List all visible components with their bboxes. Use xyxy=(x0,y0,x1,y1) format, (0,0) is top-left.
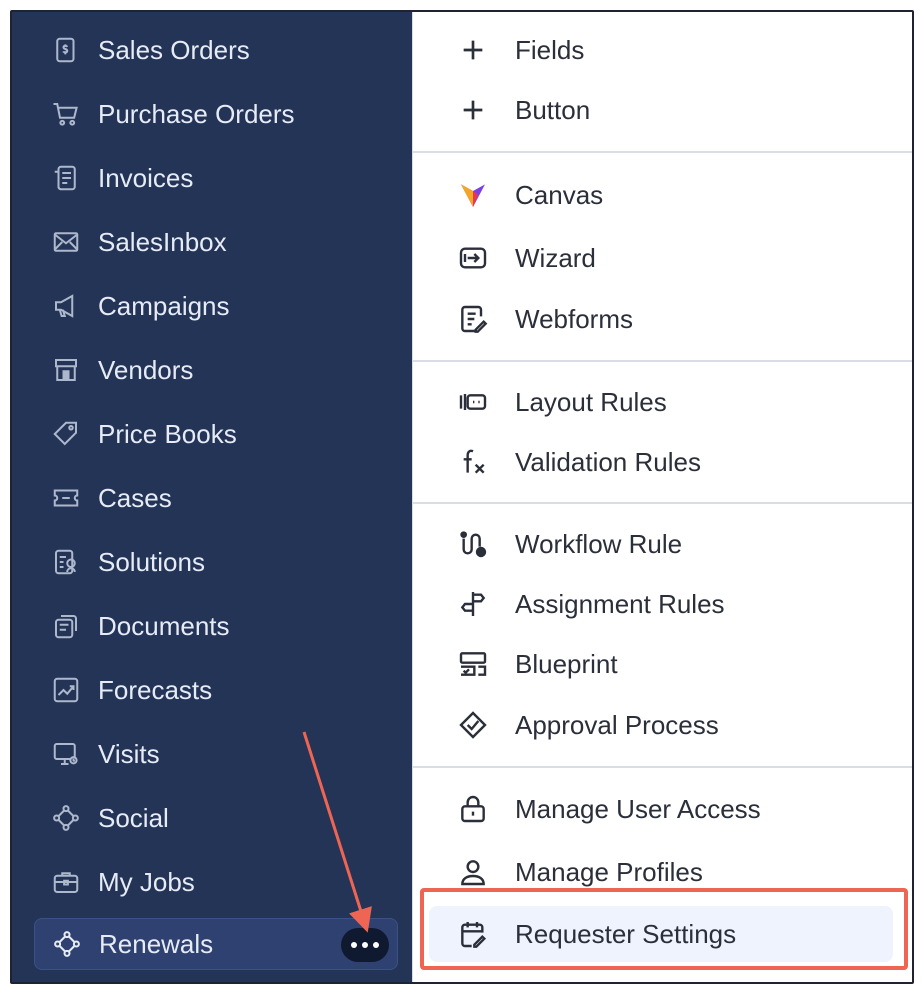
menu-item-workflow-rule[interactable]: Workflow Rule xyxy=(413,516,912,572)
layout-rules-icon xyxy=(453,382,493,422)
menu-item-webforms[interactable]: Webforms xyxy=(413,291,912,347)
menu-item-fields[interactable]: Fields xyxy=(413,22,912,78)
menu-item-manage-user-access[interactable]: Manage User Access xyxy=(413,781,912,837)
sidebar-item-campaigns[interactable]: Campaigns xyxy=(34,280,398,332)
menu-item-label: Manage User Access xyxy=(515,793,761,824)
sidebar-item-label: Purchase Orders xyxy=(98,98,295,129)
sidebar-item-label: Visits xyxy=(98,738,160,769)
canvas-icon xyxy=(453,175,493,215)
sidebar-item-label: Vendors xyxy=(98,354,194,385)
sidebar-item-solutions[interactable]: Solutions xyxy=(34,536,398,588)
sales-orders-icon xyxy=(48,32,84,68)
sidebar-item-label: Forecasts xyxy=(98,674,213,705)
menu-item-label: Workflow Rule xyxy=(515,528,683,559)
menu-divider xyxy=(413,151,912,153)
menu-item-label: Validation Rules xyxy=(515,446,701,477)
lock-icon xyxy=(453,789,493,829)
store-icon xyxy=(48,352,84,388)
menu-item-requester-settings[interactable]: Requester Settings xyxy=(429,906,893,962)
invoice-icon xyxy=(48,160,84,196)
sidebar-item-sales-orders[interactable]: Sales Orders xyxy=(34,24,398,76)
menu-item-button[interactable]: Button xyxy=(413,82,912,138)
menu-item-label: Approval Process xyxy=(515,709,719,740)
menu-item-label: Requester Settings xyxy=(515,918,737,949)
menu-item-label: Webforms xyxy=(515,303,633,334)
menu-item-approval-process[interactable]: Approval Process xyxy=(413,697,912,753)
sidebar-item-cases[interactable]: Cases xyxy=(34,472,398,524)
requester-settings-icon xyxy=(453,914,493,954)
menu-item-blueprint[interactable]: Blueprint xyxy=(413,636,912,692)
chart-icon xyxy=(48,672,84,708)
menu-item-label: Assignment Rules xyxy=(515,588,725,619)
app-window: Sales Orders Purchase Orders Invoices Sa… xyxy=(10,10,914,984)
documents-icon xyxy=(48,608,84,644)
sidebar-item-label: Cases xyxy=(98,482,172,513)
mail-icon xyxy=(48,224,84,260)
sidebar-item-label: Price Books xyxy=(98,418,237,449)
customize-menu: Fields Button Canvas Wizard Webforms Lay… xyxy=(412,12,912,982)
sidebar-item-label: My Jobs xyxy=(98,866,195,897)
sidebar: Sales Orders Purchase Orders Invoices Sa… xyxy=(12,12,412,982)
sidebar-item-label: SalesInbox xyxy=(98,226,227,257)
sidebar-item-invoices[interactable]: Invoices xyxy=(34,152,398,204)
sidebar-item-price-books[interactable]: Price Books xyxy=(34,408,398,460)
sidebar-item-forecasts[interactable]: Forecasts xyxy=(34,664,398,716)
sidebar-item-purchase-orders[interactable]: Purchase Orders xyxy=(34,88,398,140)
sidebar-item-label: Social xyxy=(98,802,169,833)
blueprint-icon xyxy=(453,644,493,684)
user-icon xyxy=(453,852,493,892)
sidebar-item-label: Invoices xyxy=(98,162,194,193)
monitor-icon xyxy=(48,736,84,772)
menu-item-canvas[interactable]: Canvas xyxy=(413,167,912,223)
sidebar-item-label: Solutions xyxy=(98,546,205,577)
menu-divider xyxy=(413,766,912,768)
menu-item-label: Manage Profiles xyxy=(515,856,703,887)
sidebar-item-label: Renewals xyxy=(99,928,214,959)
megaphone-icon xyxy=(48,288,84,324)
briefcase-icon xyxy=(48,864,84,900)
menu-item-label: Blueprint xyxy=(515,648,618,679)
ticket-icon xyxy=(48,480,84,516)
more-options-button[interactable] xyxy=(341,928,389,962)
sidebar-item-vendors[interactable]: Vendors xyxy=(34,344,398,396)
webforms-icon xyxy=(453,299,493,339)
signpost-icon xyxy=(453,584,493,624)
renewals-icon xyxy=(49,926,85,962)
menu-item-wizard[interactable]: Wizard xyxy=(413,230,912,286)
sidebar-item-visits[interactable]: Visits xyxy=(34,728,398,780)
cart-icon xyxy=(48,96,84,132)
sidebar-item-documents[interactable]: Documents xyxy=(34,600,398,652)
menu-item-label: Fields xyxy=(515,34,585,65)
sidebar-item-salesinbox[interactable]: SalesInbox xyxy=(34,216,398,268)
menu-item-label: Layout Rules xyxy=(515,386,667,417)
menu-item-validation-rules[interactable]: Validation Rules xyxy=(413,434,912,490)
plus-icon xyxy=(453,90,493,130)
menu-item-label: Button xyxy=(515,94,591,125)
menu-divider xyxy=(413,360,912,362)
plus-icon xyxy=(453,30,493,70)
sidebar-item-label: Campaigns xyxy=(98,290,230,321)
ellipsis-icon xyxy=(351,942,357,948)
menu-item-layout-rules[interactable]: Layout Rules xyxy=(413,374,912,430)
menu-item-assignment-rules[interactable]: Assignment Rules xyxy=(413,576,912,632)
sidebar-item-social[interactable]: Social xyxy=(34,792,398,844)
approval-icon xyxy=(453,705,493,745)
menu-item-label: Canvas xyxy=(515,179,604,210)
wizard-icon xyxy=(453,238,493,278)
sidebar-item-label: Documents xyxy=(98,610,230,641)
sidebar-item-label: Sales Orders xyxy=(98,34,250,65)
sidebar-item-my-jobs[interactable]: My Jobs xyxy=(34,856,398,908)
menu-item-label: Wizard xyxy=(515,242,596,273)
menu-divider xyxy=(413,502,912,504)
social-icon xyxy=(48,800,84,836)
sidebar-item-renewals[interactable]: Renewals xyxy=(34,918,398,970)
function-icon xyxy=(453,442,493,482)
workflow-icon xyxy=(453,524,493,564)
tag-icon xyxy=(48,416,84,452)
menu-item-manage-profiles[interactable]: Manage Profiles xyxy=(413,844,912,900)
solution-icon xyxy=(48,544,84,580)
